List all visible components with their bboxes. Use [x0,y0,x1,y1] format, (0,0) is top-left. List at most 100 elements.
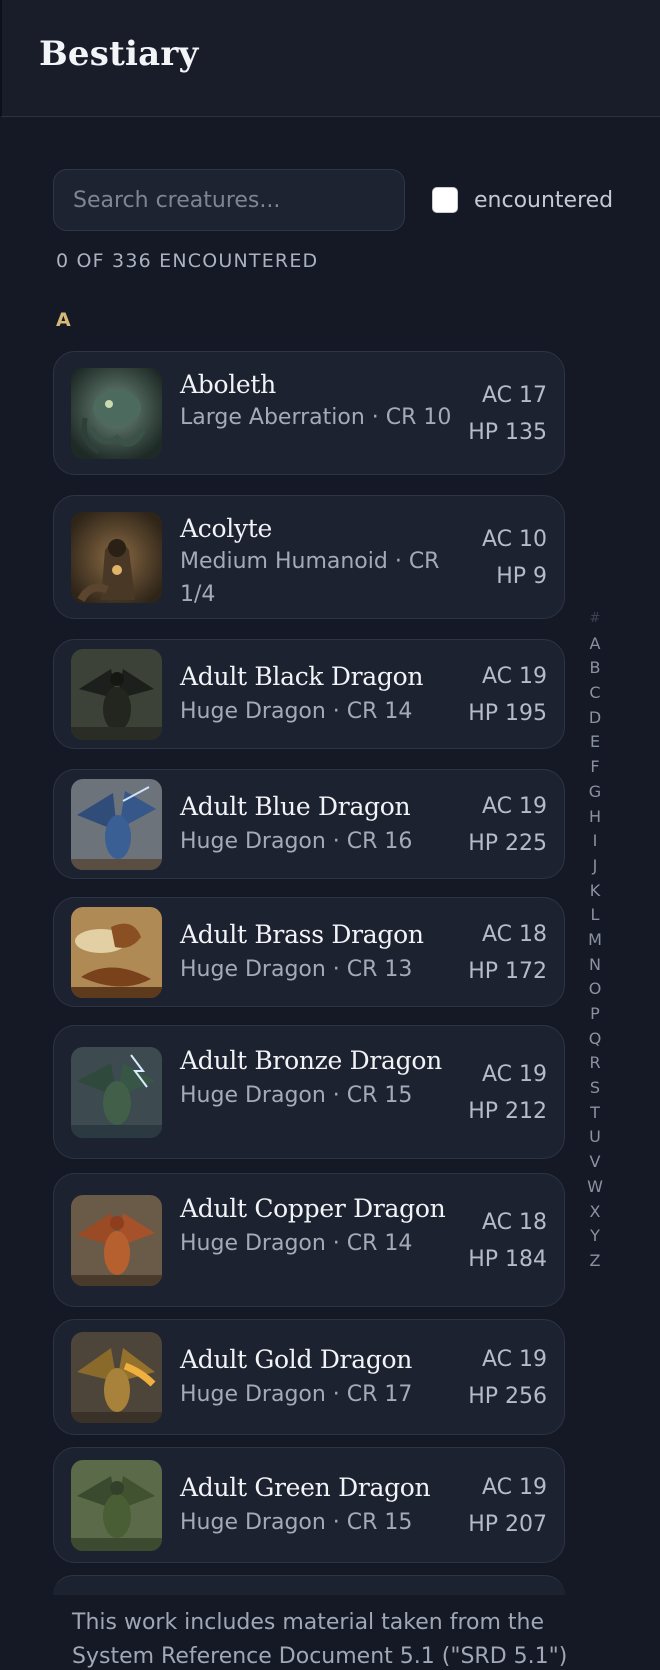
creature-portrait [71,368,162,459]
creature-portrait [71,1460,162,1551]
alpha-index-m[interactable]: M [588,928,602,953]
creature-info: Adult Copper Dragon Huge Dragon · CR 14 [180,1190,460,1260]
creature-card[interactable]: Adult Brass Dragon Huge Dragon · CR 13 A… [53,897,565,1007]
creature-info: Adult Black Dragon Huge Dragon · CR 14 [180,658,460,728]
creature-info: Adult Gold Dragon Huge Dragon · CR 17 [180,1341,460,1411]
alpha-index-o[interactable]: O [589,977,602,1002]
encountered-filter[interactable]: encountered [432,185,613,215]
creature-card[interactable]: Adult Black Dragon Huge Dragon · CR 14 A… [53,639,565,749]
alpha-index-d[interactable]: D [589,706,601,731]
alpha-index-z[interactable]: Z [590,1249,601,1274]
alpha-index-c[interactable]: C [589,681,600,706]
creature-portrait [71,1332,162,1423]
alpha-index-l[interactable]: L [591,903,600,928]
hit-points: HP 184 [468,1247,547,1272]
creature-portrait [71,1195,162,1286]
srd-attribution: This work includes material taken from t… [72,1610,568,1669]
alpha-index-w[interactable]: W [587,1175,603,1200]
creature-meta: Huge Dragon · CR 16 [180,829,413,854]
armor-class: AC 18 [481,922,547,947]
creature-card[interactable]: Adult Green Dragon Huge Dragon · CR 15 A… [53,1447,565,1563]
alpha-index-s[interactable]: S [590,1076,600,1101]
alpha-index-u[interactable]: U [589,1125,601,1150]
alpha-index-r[interactable]: R [589,1051,600,1076]
alpha-index-q[interactable]: Q [589,1027,602,1052]
armor-class: AC 19 [481,1347,547,1372]
alphabet-index[interactable]: # A B C D E F G H I J K L M N O P Q R S … [586,607,604,1274]
creature-name: Adult Copper Dragon [180,1194,446,1223]
creature-stats: AC 19 HP 195 [468,658,547,732]
page-title: Bestiary [39,34,199,74]
hit-points: HP 195 [468,701,547,726]
creature-name: Adult Brass Dragon [180,920,424,949]
alpha-index-y[interactable]: Y [590,1224,600,1249]
encountered-checkbox[interactable] [432,187,458,213]
creature-meta: Huge Dragon · CR 14 [180,1231,413,1256]
hit-points: HP 9 [496,564,547,589]
creature-stats: AC 10 HP 9 [482,521,547,595]
creature-stats: AC 17 HP 135 [468,377,547,451]
alpha-index-b[interactable]: B [590,656,601,681]
creature-card[interactable]: Adult Blue Dragon Huge Dragon · CR 16 AC… [53,769,565,879]
creature-meta: Huge Dragon · CR 13 [180,957,413,982]
armor-class: AC 19 [481,1475,547,1500]
alpha-index-f[interactable]: F [590,755,599,780]
alpha-index-hash[interactable]: # [590,607,601,632]
alpha-index-p[interactable]: P [590,1002,600,1027]
alpha-index-n[interactable]: N [589,953,601,978]
alpha-index-a[interactable]: A [590,632,601,657]
section-header-a: A [56,309,71,331]
alpha-index-v[interactable]: V [590,1150,601,1175]
creature-name: Adult Blue Dragon [180,792,411,821]
alpha-index-h[interactable]: H [589,805,601,830]
creature-meta: Huge Dragon · CR 15 [180,1083,413,1108]
alpha-index-i[interactable]: I [593,829,598,854]
creature-portrait [71,779,162,870]
creature-name: Adult Gold Dragon [180,1345,413,1374]
alpha-index-g[interactable]: G [589,780,601,805]
creature-info: Adult Blue Dragon Huge Dragon · CR 16 [180,788,460,858]
alpha-index-k[interactable]: K [590,879,601,904]
creature-card[interactable]: Adult Bronze Dragon Huge Dragon · CR 15 … [53,1025,565,1159]
armor-class: AC 10 [481,527,547,552]
creature-card[interactable]: Aboleth Large Aberration · CR 10 AC 17 H… [53,351,565,475]
alpha-index-j[interactable]: J [593,854,598,879]
hit-points: HP 207 [468,1512,547,1537]
creature-card[interactable]: Adult Gold Dragon Huge Dragon · CR 17 AC… [53,1319,565,1435]
creature-name: Adult Black Dragon [180,662,424,691]
alpha-index-t[interactable]: T [590,1101,600,1126]
creature-info: Adult Brass Dragon Huge Dragon · CR 13 [180,916,460,986]
armor-class: AC 17 [481,383,547,408]
creature-card[interactable]: Adult Copper Dragon Huge Dragon · CR 14 … [53,1173,565,1307]
hit-points: HP 172 [468,959,547,984]
creature-info: Acolyte Medium Humanoid · CR 1/4 [180,510,460,611]
search-input[interactable] [53,169,405,231]
encounter-counter: 0 OF 336 ENCOUNTERED [56,250,319,272]
creature-name: Aboleth [180,370,276,399]
alpha-index-e[interactable]: E [590,730,600,755]
alpha-index-x[interactable]: X [590,1200,601,1225]
creature-card[interactable]: Acolyte Medium Humanoid · CR 1/4 AC 10 H… [53,495,565,619]
creature-portrait [71,1047,162,1138]
creature-stats: AC 19 HP 212 [468,1056,547,1130]
creature-name: Acolyte [180,514,272,543]
creature-stats: AC 18 HP 172 [468,916,547,990]
creature-info: Aboleth Large Aberration · CR 10 [180,366,460,434]
creature-info: Adult Bronze Dragon Huge Dragon · CR 15 [180,1042,460,1112]
next-creature-card-edge [53,1575,565,1595]
hit-points: HP 212 [468,1099,547,1124]
creature-stats: AC 19 HP 207 [468,1469,547,1543]
hit-points: HP 225 [468,831,547,856]
armor-class: AC 19 [481,794,547,819]
armor-class: AC 19 [481,1062,547,1087]
creature-meta: Large Aberration · CR 10 [180,405,452,430]
creature-portrait [71,512,162,603]
creature-portrait [71,907,162,998]
creature-meta: Huge Dragon · CR 17 [180,1382,413,1407]
armor-class: AC 18 [481,1210,547,1235]
creature-meta: Medium Humanoid · CR 1/4 [180,549,440,607]
app-header: Bestiary [0,0,660,117]
creature-stats: AC 19 HP 256 [468,1341,547,1415]
creature-meta: Huge Dragon · CR 15 [180,1510,413,1535]
creature-stats: AC 18 HP 184 [468,1204,547,1278]
